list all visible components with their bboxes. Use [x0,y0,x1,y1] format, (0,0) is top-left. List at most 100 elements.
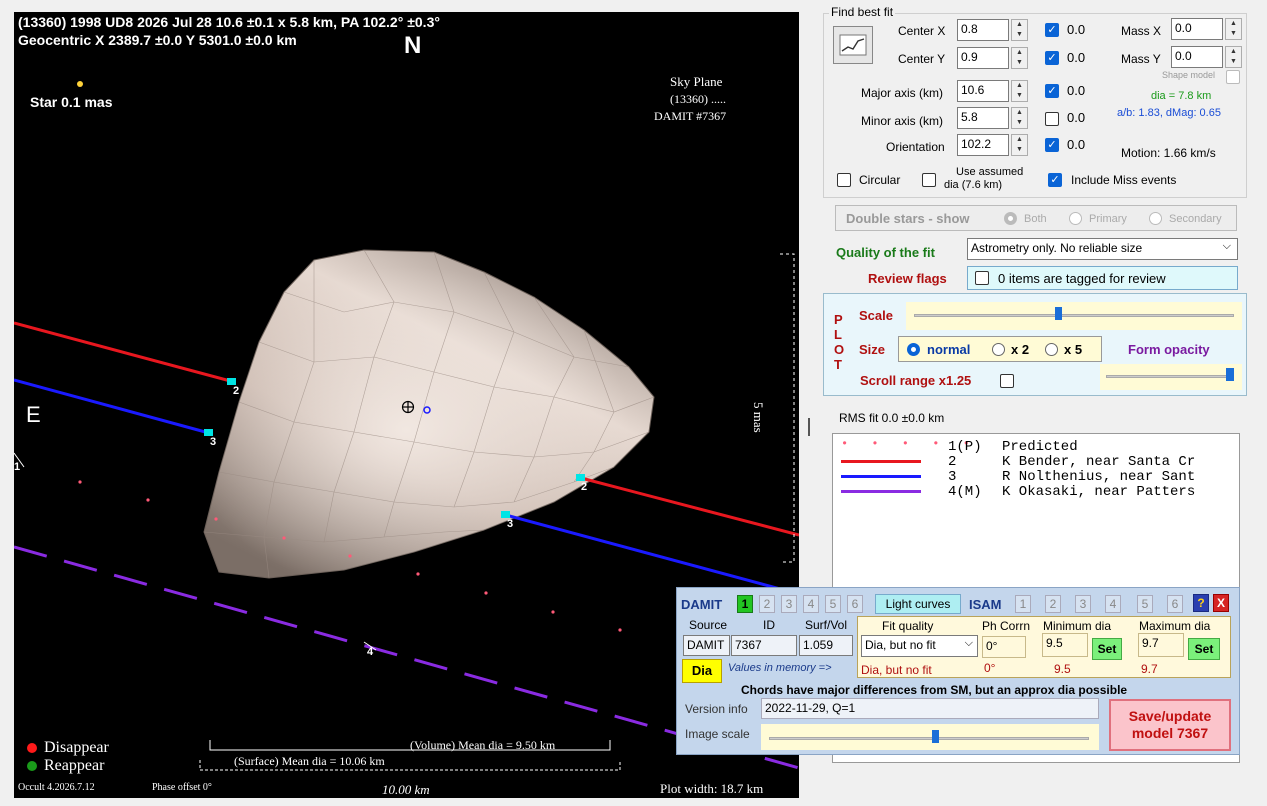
major-axis-checkbox[interactable]: ✓ [1045,84,1059,98]
mass-x-spinner[interactable]: ▲ ▼ [1225,18,1242,40]
north-label: N [404,32,422,59]
minor-axis-checkbox[interactable] [1045,112,1059,126]
isam-tab-3[interactable]: 3 [1075,595,1091,613]
mass-y-input[interactable]: 0.0 [1171,46,1223,68]
orientation-checkbox[interactable]: ✓ [1045,138,1059,152]
opacity-slider-thumb[interactable] [1226,368,1234,381]
size-options: normal x 2 x 5 [898,336,1102,362]
both-radio[interactable] [1004,212,1017,225]
splitter[interactable] [808,418,810,436]
chord-label-1: 1 [14,461,21,473]
damit-tab-3[interactable]: 3 [781,595,797,613]
mem-ph-value: 0° [984,661,996,675]
mass-x-input[interactable]: 0.0 [1171,18,1223,40]
scale-label: Scale [859,308,893,323]
center-x-spinner[interactable]: ▲ ▼ [1011,19,1028,41]
set-min-button[interactable]: Set [1092,638,1122,660]
mem-min-value: 9.5 [1054,662,1071,676]
center-y-label: Center Y [898,52,946,66]
isam-tab-4[interactable]: 4 [1105,595,1121,613]
motion-value: Motion: 1.66 km/s [1121,146,1216,160]
quality-label: Quality of the fit [836,245,935,260]
center-x-chk-value: 0.0 [1067,22,1086,37]
image-scale-slider[interactable] [761,724,1099,750]
orientation-chk-value: 0.0 [1067,137,1086,152]
shape-model-checkbox[interactable] [1226,70,1240,84]
center-x-input[interactable]: 0.8 [957,19,1009,41]
help-button[interactable]: ? [1193,594,1209,612]
use-assumed-checkbox[interactable] [922,173,936,187]
minor-axis-spinner[interactable]: ▲ ▼ [1011,107,1028,129]
major-axis-input[interactable]: 10.6 [957,80,1009,102]
light-curves-button[interactable]: Light curves [875,594,961,614]
mass-x-label: Mass X [1121,24,1162,38]
isam-tab-6[interactable]: 6 [1167,595,1183,613]
size-normal-radio[interactable] [907,343,920,356]
dia-button[interactable]: Dia [682,659,722,683]
damit-tab-6[interactable]: 6 [847,595,863,613]
size-label: Size [859,342,886,357]
damit-tab-2[interactable]: 2 [759,595,775,613]
scale-slider-thumb[interactable] [1054,307,1062,320]
center-x-checkbox[interactable]: ✓ [1045,23,1059,37]
chevron-down-icon: ⌵ [964,637,973,649]
orientation-spinner[interactable]: ▲ ▼ [1011,134,1028,156]
include-miss-checkbox[interactable]: ✓ [1048,173,1062,187]
review-flags-checkbox[interactable] [975,271,989,285]
size-x5-radio[interactable] [1045,343,1058,356]
minor-axis-input[interactable]: 5.8 [957,107,1009,129]
legend-num-4: 4(M) [948,484,982,500]
scroll-range-checkbox[interactable] [1000,374,1014,388]
legend-num-3: 3 [948,469,957,485]
chord-3-left [14,378,210,435]
ph-corrn-input[interactable]: 0° [982,636,1026,658]
circular-checkbox[interactable] [837,173,851,187]
center-y-spinner[interactable]: ▲ ▼ [1011,47,1028,69]
find-best-fit-group [823,13,1247,198]
dia-value: dia = 7.8 km [1151,90,1212,102]
shape-model-label: Shape model [1162,70,1216,80]
fit-quality-dropdown[interactable]: Dia, but no fit ⌵ [861,635,978,657]
both-label: Both [1024,213,1047,225]
quality-dropdown[interactable]: Astrometry only. No reliable size ⌵ [967,238,1238,260]
orientation-input[interactable]: 102.2 [957,134,1009,156]
id-value: 7367 [731,635,797,656]
legend-swatch-red [841,460,921,463]
center-y-checkbox[interactable]: ✓ [1045,51,1059,65]
image-scale-thumb[interactable] [931,730,939,743]
damit-title: DAMIT [681,597,723,612]
isam-tab-2[interactable]: 2 [1045,595,1061,613]
plot-header-line1: (13360) 1998 UD8 2026 Jul 28 10.6 ±0.1 x… [18,14,440,30]
save-update-button[interactable]: Save/update model 7367 [1109,699,1231,751]
close-button[interactable]: X [1213,594,1229,612]
star-marker [77,81,83,87]
damit-tab-4[interactable]: 4 [803,595,819,613]
isam-tab-5[interactable]: 5 [1137,595,1153,613]
damit-tab-1[interactable]: 1 [737,595,753,613]
max-dia-input[interactable]: 9.7 [1138,633,1184,657]
damit-tab-5[interactable]: 5 [825,595,841,613]
plot-letter-p: P [834,312,843,327]
size-x2-radio[interactable] [992,343,1005,356]
opacity-slider[interactable] [1100,364,1242,390]
size-x2-label: x 2 [1011,342,1030,357]
ab-dmag-value: a/b: 1.83, dMag: 0.65 [1117,107,1221,119]
secondary-radio[interactable] [1149,212,1162,225]
min-dia-input[interactable]: 9.5 [1042,633,1088,657]
sky-plane-label: Sky Plane [670,74,723,89]
mass-y-spinner[interactable]: ▲ ▼ [1225,46,1242,68]
chord-3-right [505,513,799,596]
fit-graph-button[interactable] [833,26,873,64]
isam-tab-1[interactable]: 1 [1015,595,1031,613]
sky-object-label: (13360) ..... [670,92,726,106]
scale-slider[interactable] [906,302,1242,330]
scale-bracket [780,253,795,563]
primary-radio[interactable] [1069,212,1082,225]
plot-header-line2: Geocentric X 2389.7 ±0.0 Y 5301.0 ±0.0 k… [18,32,297,48]
major-axis-spinner[interactable]: ▲ ▼ [1011,80,1028,102]
set-max-button[interactable]: Set [1188,638,1220,660]
sky-damit-label: DAMIT #7367 [654,109,727,123]
major-axis-label: Major axis (km) [861,86,944,100]
center-y-input[interactable]: 0.9 [957,47,1009,69]
review-flags-box[interactable]: 0 items are tagged for review [967,266,1238,290]
